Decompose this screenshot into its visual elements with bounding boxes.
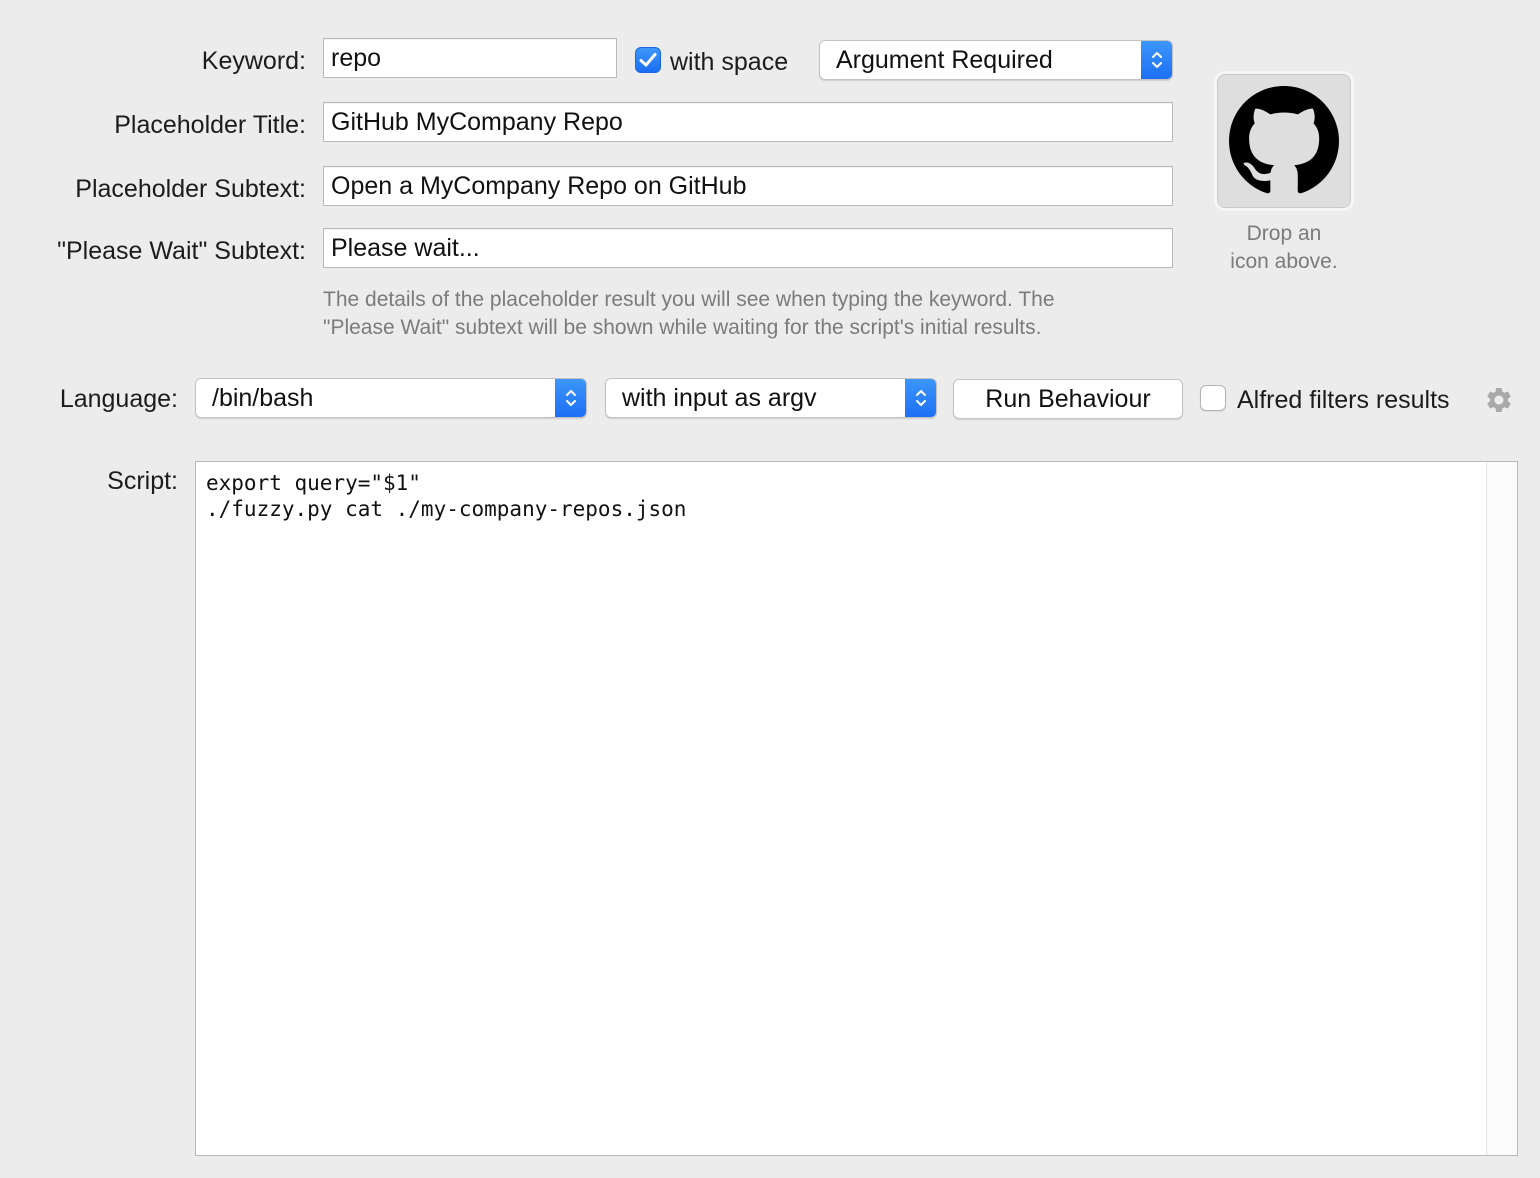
keyword-label: Keyword: xyxy=(201,47,306,75)
please-wait-subtext-label: "Please Wait" Subtext: xyxy=(57,237,306,265)
placeholder-subtext-label: Placeholder Subtext: xyxy=(75,175,306,203)
language-label: Language: xyxy=(59,385,178,413)
keyword-input[interactable]: repo xyxy=(323,38,617,78)
with-space-label: with space xyxy=(670,48,789,76)
language-value: /bin/bash xyxy=(212,384,314,412)
with-space-checkbox[interactable] xyxy=(635,47,661,73)
hint-line-1: The details of the placeholder result yo… xyxy=(323,288,1055,311)
placeholder-subtext-input[interactable]: Open a MyCompany Repo on GitHub xyxy=(323,166,1173,206)
argument-mode-select[interactable]: Argument Required xyxy=(819,40,1173,80)
placeholder-title-input[interactable]: GitHub MyCompany Repo xyxy=(323,102,1173,142)
icon-drop-well[interactable] xyxy=(1217,74,1351,208)
placeholder-hint: The details of the placeholder result yo… xyxy=(323,286,1183,342)
alfred-filters-checkbox[interactable] xyxy=(1200,385,1226,411)
run-behaviour-button[interactable]: Run Behaviour xyxy=(953,379,1183,419)
input-mode-select[interactable]: with input as argv xyxy=(605,378,937,418)
gear-icon[interactable] xyxy=(1484,385,1514,415)
icon-drop-caption: Drop an icon above. xyxy=(1196,220,1372,276)
alfred-filters-label: Alfred filters results xyxy=(1237,386,1450,414)
script-editor[interactable]: export query="$1" ./fuzzy.py cat ./my-co… xyxy=(195,461,1518,1156)
checkmark-icon xyxy=(639,53,657,67)
script-code[interactable]: export query="$1" ./fuzzy.py cat ./my-co… xyxy=(196,462,1517,530)
please-wait-subtext-input[interactable]: Please wait... xyxy=(323,228,1173,268)
argument-mode-value: Argument Required xyxy=(836,46,1053,74)
stepper-arrows-icon xyxy=(905,379,936,417)
hint-line-2: "Please Wait" subtext will be shown whil… xyxy=(323,316,1042,339)
icon-caption-line-2: icon above. xyxy=(1230,250,1338,273)
language-select[interactable]: /bin/bash xyxy=(195,378,587,418)
stepper-arrows-icon xyxy=(555,379,586,417)
script-label: Script: xyxy=(107,467,178,495)
placeholder-title-label: Placeholder Title: xyxy=(114,111,306,139)
icon-caption-line-1: Drop an xyxy=(1246,222,1322,245)
script-scrollbar[interactable] xyxy=(1486,462,1517,1155)
stepper-arrows-icon xyxy=(1141,41,1172,79)
input-mode-value: with input as argv xyxy=(622,384,817,412)
github-logo-icon xyxy=(1229,86,1339,194)
